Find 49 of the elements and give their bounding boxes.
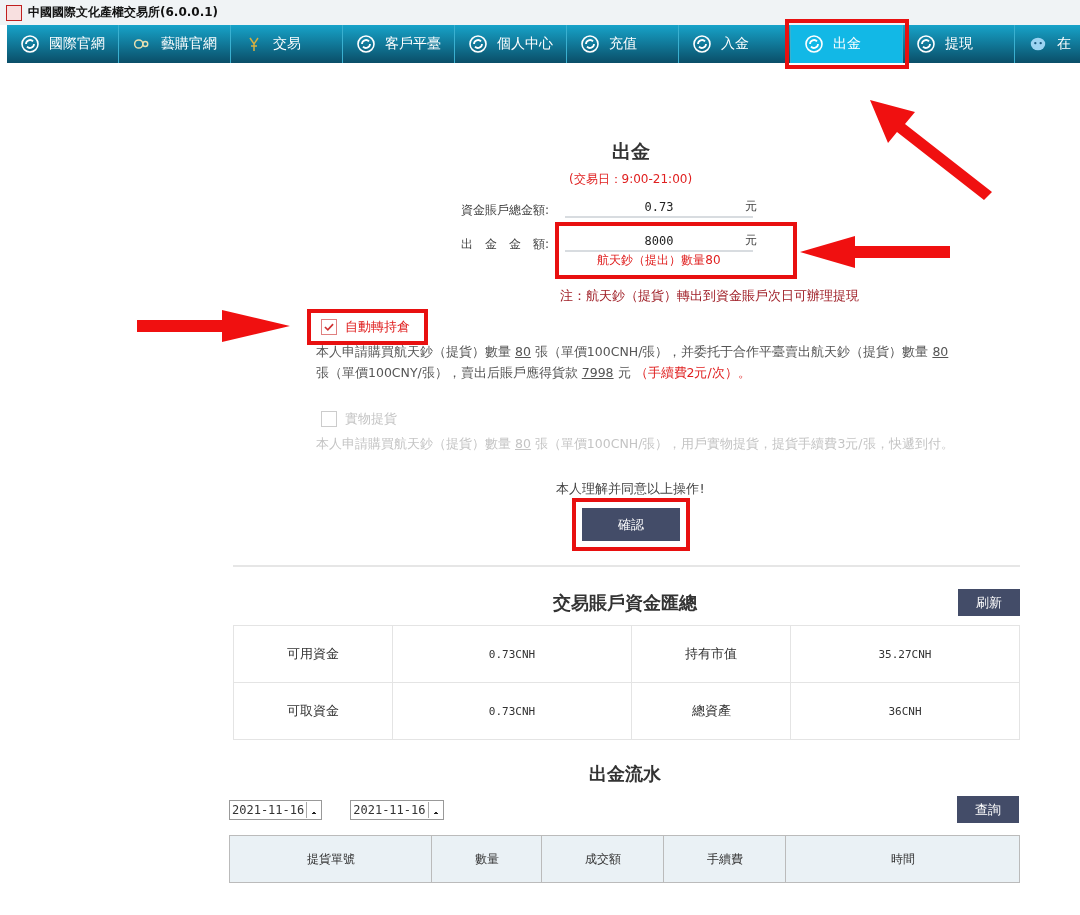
refresh-button[interactable]: 刷新 bbox=[958, 589, 1020, 616]
nav-tab[interactable]: 在 bbox=[1015, 25, 1080, 63]
nav-tab[interactable]: 提現 bbox=[903, 25, 1015, 63]
query-button[interactable]: 查詢 bbox=[957, 796, 1019, 823]
refresh-icon bbox=[469, 35, 487, 53]
column-header: 成交額 bbox=[541, 835, 664, 883]
table-cell: 0.73CNH bbox=[392, 682, 632, 740]
nav-tab[interactable]: 個人中心 bbox=[455, 25, 567, 63]
refresh-icon bbox=[581, 35, 599, 53]
column-header: 手續費 bbox=[663, 835, 786, 883]
confirm-button[interactable]: 確認 bbox=[581, 508, 680, 541]
table-cell: 可用資金 bbox=[233, 625, 393, 683]
nav-tab[interactable]: 充值 bbox=[567, 25, 679, 63]
field-label: 資金賬戶總金額: bbox=[459, 202, 550, 219]
page-title: 出金 bbox=[610, 139, 651, 164]
refresh-icon bbox=[21, 35, 39, 53]
refresh-icon bbox=[357, 35, 375, 53]
table-cell: 可取資金 bbox=[233, 682, 393, 740]
trading-hours: (交易日：9:00-21:00) bbox=[567, 171, 694, 188]
window-title: 中國國際文化產權交易所(6.0.0.1) bbox=[28, 4, 219, 21]
checkbox[interactable] bbox=[321, 319, 337, 335]
chat-bubble-icon bbox=[1029, 35, 1047, 53]
field-label: 出 金 金 額: bbox=[459, 236, 550, 253]
refresh-icon bbox=[917, 35, 935, 53]
refresh-icon bbox=[693, 35, 711, 53]
date-select[interactable]: 2021-11-16 bbox=[229, 799, 323, 820]
nav-tab[interactable]: 國際官網 bbox=[7, 25, 119, 63]
table-cell: 35.27CNH bbox=[790, 625, 1020, 683]
nav-tab[interactable]: 交易 bbox=[231, 25, 343, 63]
column-header: 提貨單號 bbox=[229, 835, 432, 883]
nav-tab[interactable]: 藝購官網 bbox=[119, 25, 231, 63]
section-title: 出金流水 bbox=[587, 762, 662, 786]
table-cell: 總資產 bbox=[631, 682, 791, 740]
option-label: 自動轉持倉 bbox=[345, 318, 410, 336]
table-cell: 36CNH bbox=[790, 682, 1020, 740]
table-cell: 0.73CNH bbox=[392, 625, 632, 683]
app-logo-icon bbox=[6, 4, 22, 21]
refresh-icon bbox=[805, 35, 823, 53]
column-header: 數量 bbox=[431, 835, 542, 883]
date-select[interactable]: 2021-11-16 bbox=[350, 799, 444, 820]
section-title: 交易賬戶資金匯總 bbox=[552, 591, 697, 615]
table-cell: 持有市值 bbox=[631, 625, 791, 683]
option-description: 本人申請購買航天鈔（提貨）數量 80 張（單價100CNH/張），并委托于合作平臺賣出航天鈔（提貨）數量 80 張（單價100CNY/張），賣出后賬戶應得貨款 7998 元 （手續費2元/次）。 bbox=[315, 343, 950, 382]
option-label: 實物提貨 bbox=[345, 410, 397, 428]
column-header: 時間 bbox=[785, 835, 1020, 883]
nav-tab[interactable]: 客戶平臺 bbox=[343, 25, 455, 63]
agreement-text: 本人理解并同意以上操作! bbox=[555, 480, 706, 498]
note-text: 注：航天鈔（提貨）轉出到資金賬戶次日可辦理提現 bbox=[559, 287, 860, 305]
quantity-hint: 航天鈔（提出）數量80 bbox=[596, 252, 722, 269]
